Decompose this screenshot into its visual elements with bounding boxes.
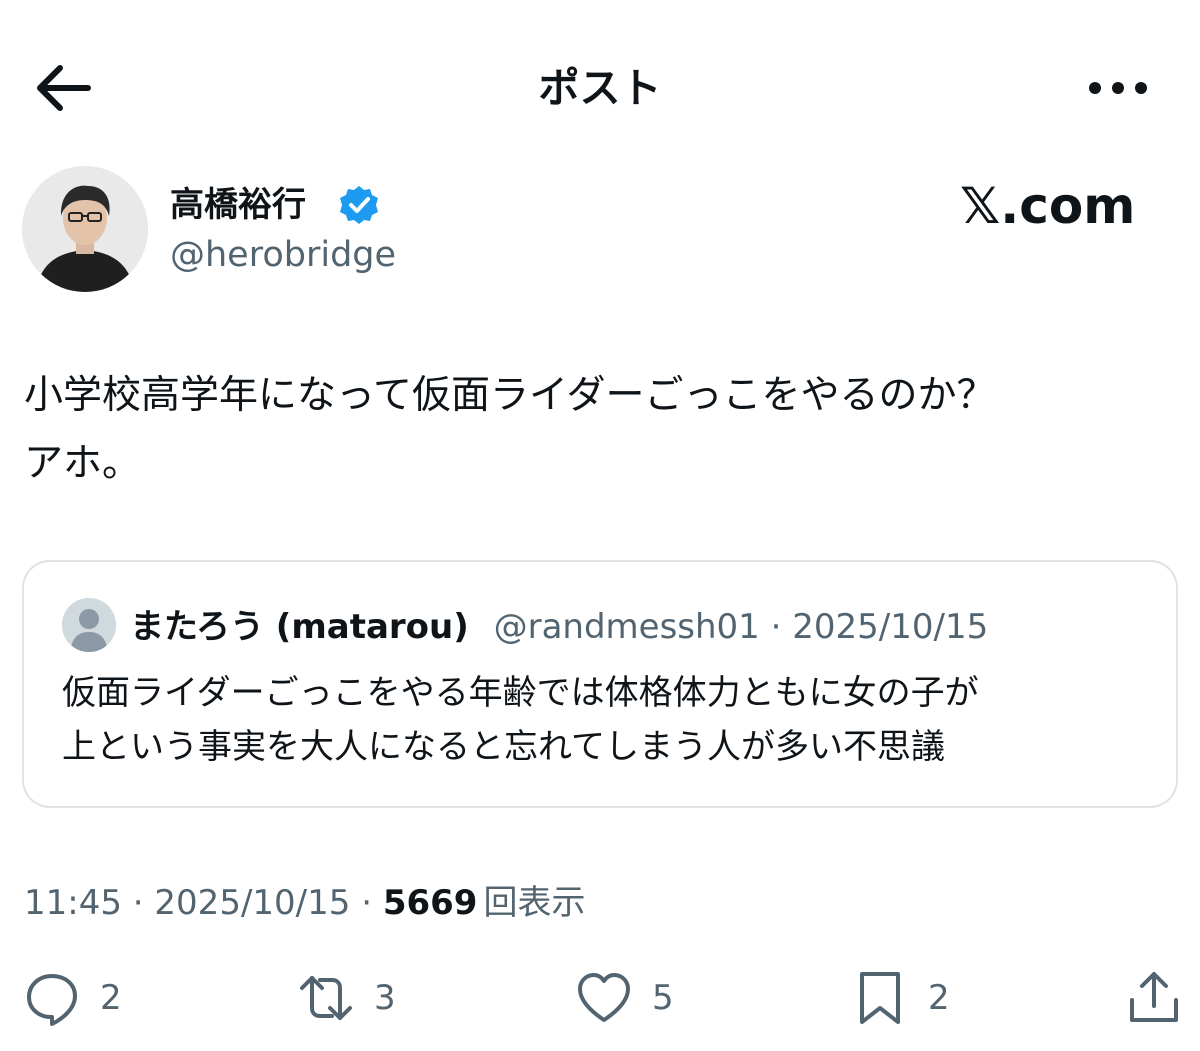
bookmark-icon: [860, 972, 900, 1024]
meta-separator: ·: [350, 883, 383, 923]
bookmark-button[interactable]: 2: [852, 968, 950, 1028]
quoted-separator: ·: [759, 607, 793, 647]
post-meta: 11:45 · 2025/10/15 · 5669 回表示: [24, 878, 585, 928]
post-date: 2025/10/15: [154, 883, 351, 923]
view-count: 5669: [382, 883, 478, 923]
quoted-post-date: 2025/10/15: [792, 607, 989, 647]
author-avatar[interactable]: [22, 166, 148, 292]
page-title: ポスト: [538, 64, 662, 112]
more-horizontal-icon: [1089, 82, 1147, 94]
reply-count: 2: [100, 978, 122, 1018]
repost-icon: [300, 976, 352, 1020]
quoted-post-text: 仮面ライダーごっこをやる年齢では体格体力ともに女の子が 上という事実を大人になる…: [62, 673, 979, 767]
like-count: 5: [652, 978, 674, 1018]
reply-button[interactable]: 2: [24, 968, 122, 1028]
quoted-author-avatar[interactable]: [62, 598, 116, 652]
quoted-post-card[interactable]: またろう (matarou) @randmessh01 · 2025/10/15…: [22, 560, 1178, 808]
post-text: 小学校高学年になって仮面ライダーごっこをやるのか？ アホ。: [24, 373, 996, 486]
heart-icon: [578, 973, 630, 1022]
meta-separator: ·: [121, 883, 155, 923]
share-icon: [1130, 972, 1178, 1022]
repost-button[interactable]: 3: [298, 968, 396, 1028]
quoted-post-header: またろう (matarou) @randmessh01 · 2025/10/15: [130, 602, 988, 652]
quoted-author-name[interactable]: またろう (matarou): [130, 607, 469, 647]
author-name[interactable]: 高橋裕行: [170, 182, 306, 228]
repost-count: 3: [374, 978, 396, 1018]
like-button[interactable]: 5: [576, 968, 674, 1028]
x-com-watermark: 𝕏.com: [960, 177, 1136, 235]
post-time: 11:45: [24, 883, 122, 923]
bookmark-count: 2: [928, 978, 950, 1018]
verified-badge-icon: [338, 184, 380, 226]
more-options-button[interactable]: [1078, 60, 1158, 116]
view-label: 回表示: [483, 883, 586, 923]
reply-icon: [27, 974, 77, 1026]
author-handle[interactable]: @herobridge: [170, 232, 396, 278]
quoted-author-handle[interactable]: @randmessh01: [494, 607, 760, 647]
share-button[interactable]: [1126, 968, 1182, 1028]
